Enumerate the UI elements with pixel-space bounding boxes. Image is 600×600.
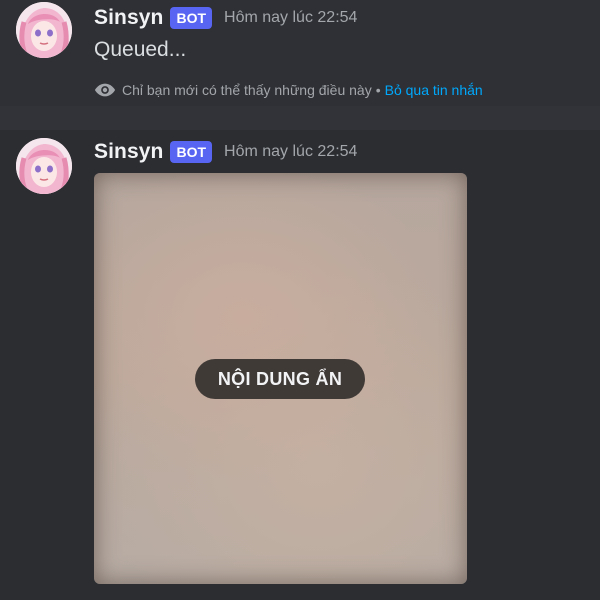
separator-dot: • <box>375 82 381 98</box>
dismiss-message-link[interactable]: Bỏ qua tin nhắn <box>385 82 483 98</box>
username[interactable]: Sinsyn <box>94 140 163 164</box>
avatar[interactable] <box>16 138 72 194</box>
message-header: Sinsyn BOT Hôm nay lúc 22:54 <box>94 4 357 32</box>
message-1: Sinsyn BOT Hôm nay lúc 22:54 Queued... C… <box>0 0 600 106</box>
avatar[interactable] <box>16 2 72 58</box>
spoiler-reveal-button[interactable]: NỘI DUNG ẨN <box>195 359 365 399</box>
ephemeral-notice: Chỉ bạn mới có thể thấy những điều này •… <box>94 80 483 100</box>
bot-tag: BOT <box>170 7 213 29</box>
ephemeral-notice-text: Chỉ bạn mới có thể thấy những điều này <box>122 82 372 98</box>
avatar-image <box>16 2 72 58</box>
bot-tag: BOT <box>170 141 213 163</box>
timestamp[interactable]: Hôm nay lúc 22:54 <box>224 143 357 161</box>
message-divider <box>0 106 600 130</box>
username[interactable]: Sinsyn <box>94 6 163 30</box>
avatar-image <box>16 138 72 194</box>
spoiler-image-attachment[interactable]: NỘI DUNG ẨN <box>94 173 467 584</box>
message-content: Queued... <box>94 38 187 61</box>
message-header: Sinsyn BOT Hôm nay lúc 22:54 <box>94 138 357 166</box>
eye-icon <box>94 83 116 97</box>
timestamp[interactable]: Hôm nay lúc 22:54 <box>224 9 357 27</box>
